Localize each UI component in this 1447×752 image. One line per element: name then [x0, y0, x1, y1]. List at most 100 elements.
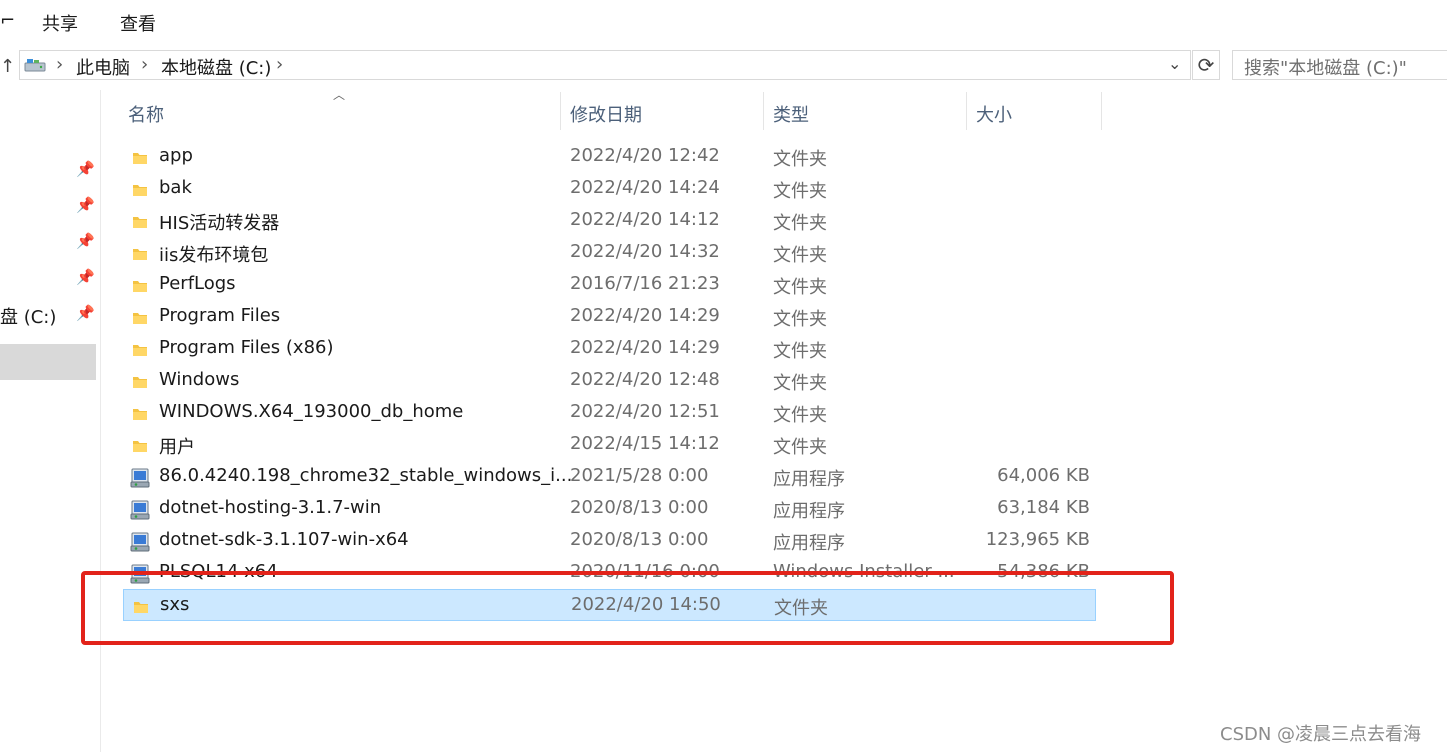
- folder-icon: [133, 377, 147, 388]
- file-type: 文件夹: [773, 373, 827, 394]
- file-type: 文件夹: [773, 437, 827, 458]
- file-name: HIS活动转发器: [159, 213, 280, 234]
- chevron-down-icon[interactable]: ⌄: [1168, 54, 1181, 73]
- table-row[interactable]: WINDOWS.X64_193000_db_home 2022/4/20 12:5…: [123, 397, 1096, 429]
- file-type: 文件夹: [773, 245, 827, 266]
- file-date: 2020/8/13 0:00: [570, 529, 709, 550]
- breadcrumb-this-pc[interactable]: 此电脑: [76, 54, 130, 80]
- file-type: 文件夹: [773, 405, 827, 426]
- nav-item-local-disk[interactable]: 盘 (C:): [0, 303, 56, 329]
- column-header-size[interactable]: 大小: [976, 101, 1012, 127]
- table-row[interactable]: dotnet-sdk-3.1.107-win-x64 2020/8/13 0:00…: [123, 525, 1096, 557]
- file-name: Program Files (x86): [159, 337, 334, 358]
- pin-icon[interactable]: 📌: [76, 232, 95, 250]
- column-header-name[interactable]: 名称: [128, 101, 164, 127]
- file-name: WINDOWS.X64_193000_db_home: [159, 401, 464, 422]
- file-type: 文件夹: [773, 181, 827, 202]
- tab-view[interactable]: 查看: [120, 10, 156, 36]
- up-arrow-icon[interactable]: ↑: [0, 56, 15, 77]
- table-row[interactable]: app 2022/4/20 12:42 文件夹: [123, 141, 1096, 173]
- folder-icon: [133, 409, 147, 420]
- table-row[interactable]: dotnet-hosting-3.1.7-win 2020/8/13 0:00 应用…: [123, 493, 1096, 525]
- chevron-right-icon[interactable]: ›: [56, 54, 63, 75]
- column-divider[interactable]: [763, 92, 764, 130]
- file-date: 2022/4/20 14:32: [570, 241, 720, 262]
- folder-icon: [133, 441, 147, 452]
- ribbon-tab-partial[interactable]: ⌐: [0, 10, 15, 31]
- file-date: 2020/8/13 0:00: [570, 497, 709, 518]
- installer-icon: [130, 500, 150, 520]
- file-date: 2016/7/16 21:23: [570, 273, 720, 294]
- file-type: 文件夹: [773, 213, 827, 234]
- table-row[interactable]: 用户 2022/4/15 14:12 文件夹: [123, 429, 1096, 461]
- file-date: 2022/4/20 14:29: [570, 305, 720, 326]
- folder-icon: [133, 313, 147, 324]
- drive-icon: [24, 59, 46, 72]
- file-name: 86.0.4240.198_chrome32_stable_windows_i.…: [159, 465, 573, 486]
- file-date: 2022/4/20 12:48: [570, 369, 720, 390]
- installer-icon: [130, 468, 150, 488]
- file-date: 2022/4/20 14:24: [570, 177, 720, 198]
- file-date: 2022/4/20 14:29: [570, 337, 720, 358]
- file-name: PerfLogs: [159, 273, 236, 294]
- file-name: Program Files: [159, 305, 281, 326]
- file-name: 用户: [159, 437, 195, 458]
- watermark: CSDN @凌晨三点去看海: [1220, 724, 1422, 745]
- file-size: 63,184 KB: [997, 497, 1090, 518]
- table-row[interactable]: Windows 2022/4/20 12:48 文件夹: [123, 365, 1096, 397]
- ribbon: ⌐ 共享 查看: [0, 0, 1447, 43]
- table-row[interactable]: 86.0.4240.198_chrome32_stable_windows_i.…: [123, 461, 1096, 493]
- column-header-date[interactable]: 修改日期: [570, 101, 642, 127]
- refresh-button[interactable]: ⟳: [1192, 50, 1220, 80]
- file-date: 2022/4/20 12:42: [570, 145, 720, 166]
- chevron-right-icon[interactable]: ›: [276, 54, 283, 75]
- folder-icon: [133, 249, 147, 260]
- file-type: 应用程序: [773, 501, 845, 522]
- table-row[interactable]: Program Files 2022/4/20 14:29 文件夹: [123, 301, 1096, 333]
- chevron-right-icon[interactable]: ›: [141, 54, 148, 75]
- breadcrumb-local-disk[interactable]: 本地磁盘 (C:): [161, 54, 271, 80]
- column-divider[interactable]: [966, 92, 967, 130]
- file-size: 64,006 KB: [997, 465, 1090, 486]
- column-header-type[interactable]: 类型: [773, 101, 809, 127]
- file-type: 文件夹: [773, 277, 827, 298]
- pin-icon[interactable]: 📌: [76, 304, 95, 322]
- column-divider[interactable]: [560, 92, 561, 130]
- pin-icon[interactable]: 📌: [76, 196, 95, 214]
- table-row[interactable]: PerfLogs 2016/7/16 21:23 文件夹: [123, 269, 1096, 301]
- folder-icon: [133, 281, 147, 292]
- search-placeholder: 搜索"本地磁盘 (C:)": [1244, 58, 1407, 79]
- file-type: 应用程序: [773, 469, 845, 490]
- folder-icon: [133, 185, 147, 196]
- sort-ascending-icon: ︿: [333, 88, 346, 102]
- file-date: 2022/4/20 14:12: [570, 209, 720, 230]
- highlight-annotation-box: [81, 571, 1174, 645]
- table-row[interactable]: Program Files (x86) 2022/4/20 14:29 文件夹: [123, 333, 1096, 365]
- file-name: bak: [159, 177, 192, 198]
- table-row[interactable]: iis发布环境包 2022/4/20 14:32 文件夹: [123, 237, 1096, 269]
- column-divider[interactable]: [1101, 92, 1102, 130]
- file-date: 2022/4/20 12:51: [570, 401, 720, 422]
- file-type: 应用程序: [773, 533, 845, 554]
- file-date: 2022/4/15 14:12: [570, 433, 720, 454]
- navigation-pane: [0, 90, 101, 752]
- tab-share[interactable]: 共享: [42, 10, 78, 36]
- table-row[interactable]: bak 2022/4/20 14:24 文件夹: [123, 173, 1096, 205]
- folder-icon: [133, 153, 147, 164]
- file-type: 文件夹: [773, 309, 827, 330]
- table-row[interactable]: HIS活动转发器 2022/4/20 14:12 文件夹: [123, 205, 1096, 237]
- file-size: 123,965 KB: [985, 529, 1090, 550]
- file-name: iis发布环境包: [159, 245, 269, 266]
- folder-icon: [133, 345, 147, 356]
- file-date: 2021/5/28 0:00: [570, 465, 709, 486]
- folder-icon: [133, 217, 147, 228]
- pin-icon[interactable]: 📌: [76, 268, 95, 286]
- nav-item-selected[interactable]: [0, 344, 96, 380]
- file-name: Windows: [159, 369, 240, 390]
- file-name: dotnet-hosting-3.1.7-win: [159, 497, 382, 518]
- file-name: app: [159, 145, 193, 166]
- file-type: 文件夹: [773, 149, 827, 170]
- file-name: dotnet-sdk-3.1.107-win-x64: [159, 529, 409, 550]
- pin-icon[interactable]: 📌: [76, 160, 95, 178]
- file-type: 文件夹: [773, 341, 827, 362]
